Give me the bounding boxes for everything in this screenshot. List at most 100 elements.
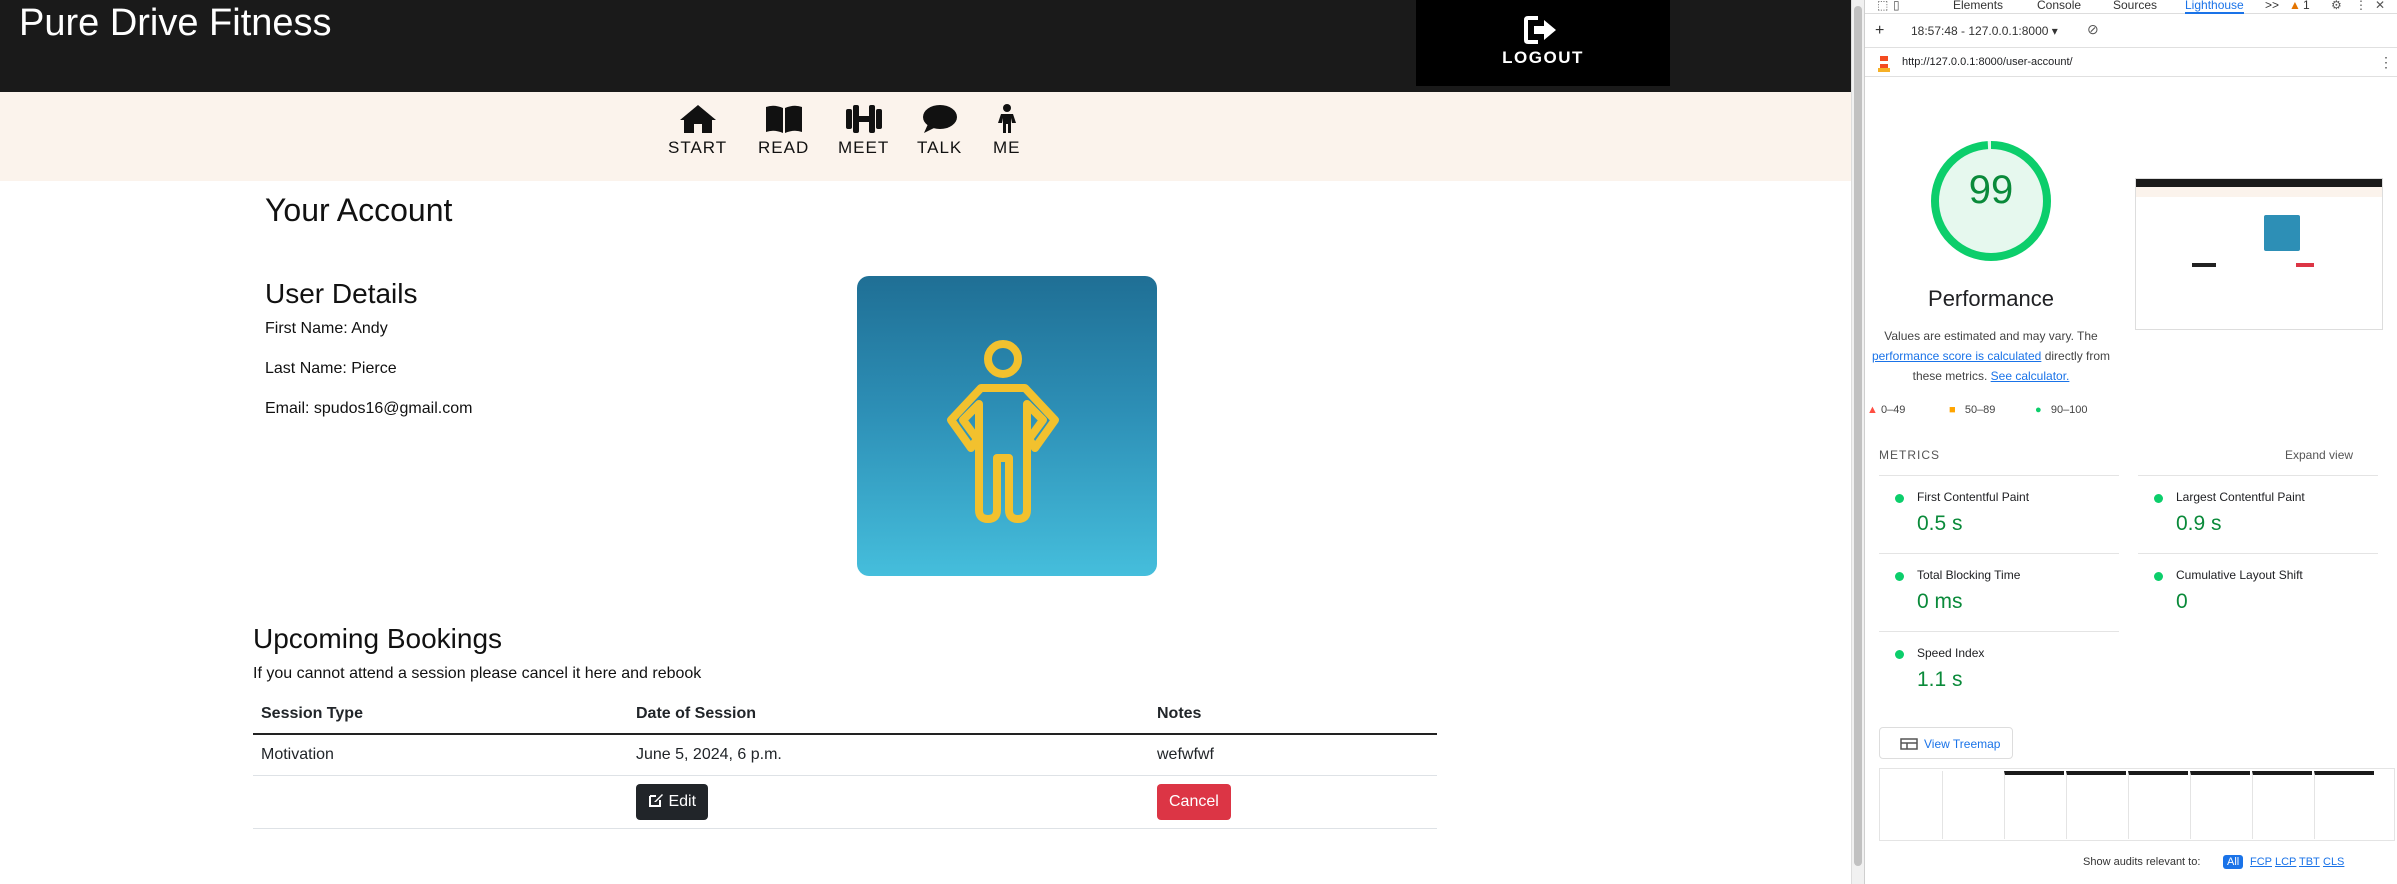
edit-label: Edit — [668, 792, 697, 810]
settings-icon[interactable]: ⚙ — [2331, 0, 2342, 12]
metric-fcp: First Contentful Paint 0.5 s — [1879, 475, 2119, 553]
bookings-note: If you cannot attend a session please ca… — [253, 665, 702, 682]
nav-item-meet[interactable]: MEET — [838, 104, 889, 158]
metric-name: Cumulative Layout Shift — [2176, 568, 2303, 582]
metric-value: 0.5 s — [1917, 512, 1963, 535]
score-calculated-link[interactable]: performance score is calculated — [1872, 349, 2041, 363]
user-details-heading: User Details — [265, 278, 418, 309]
tab-sources[interactable]: Sources — [2113, 0, 2157, 12]
pass-dot-icon — [1895, 650, 1904, 659]
film-frame — [2004, 771, 2064, 839]
category-title: Performance — [1928, 286, 2054, 311]
col-session-type: Session Type — [253, 694, 628, 735]
film-frame — [1880, 771, 1940, 839]
page-scrollbar-thumb[interactable] — [1854, 6, 1862, 866]
nav-label-talk: TALK — [917, 138, 963, 157]
devtools-scrollbar[interactable] — [2388, 78, 2396, 878]
brand-title[interactable]: Pure Drive Fitness — [19, 0, 332, 46]
chat-bubble-icon — [922, 105, 957, 133]
tab-console[interactable]: Console — [2037, 0, 2081, 12]
devtools-panel: ⬚ ▯ Elements Console Sources Lighthouse … — [1864, 0, 2397, 884]
main-nav: START READ MEET TALK ME — [0, 92, 1851, 181]
inspect-icon[interactable]: ⬚ — [1877, 0, 1888, 12]
plus-icon[interactable]: + — [1875, 22, 1884, 40]
logout-icon — [1524, 16, 1556, 44]
page-scrollbar[interactable] — [1851, 0, 1864, 884]
email-text: Email: spudos16@gmail.com — [265, 400, 473, 417]
tab-elements[interactable]: Elements — [1953, 0, 2003, 12]
nav-item-me[interactable]: ME — [993, 104, 1021, 158]
nav-item-talk[interactable]: TALK — [917, 104, 962, 158]
person-icon — [997, 104, 1016, 133]
metrics-header: METRICS — [1879, 448, 1940, 462]
clear-icon[interactable]: ⊘ — [2087, 21, 2099, 38]
nav-label-read: READ — [758, 138, 810, 157]
warning-icon[interactable]: ▲ — [2289, 0, 2301, 12]
close-icon[interactable]: ✕ — [2375, 0, 2385, 12]
logout-button[interactable]: LOGOUT — [1416, 0, 1670, 86]
metric-name: First Contentful Paint — [1917, 490, 2030, 504]
standing-person-icon — [947, 340, 1059, 523]
pass-dot-icon — [1895, 572, 1904, 581]
warning-count[interactable]: 1 — [2303, 0, 2310, 12]
table-header-row: Session Type Date of Session Notes — [253, 694, 1437, 735]
audit-chip-fcp[interactable]: FCP — [2250, 856, 2272, 868]
metric-si: Speed Index 1.1 s — [1879, 631, 2119, 709]
film-frame — [2190, 771, 2250, 839]
report-url: http://127.0.0.1:8000/user-account/ — [1902, 56, 2073, 68]
film-frame — [2252, 771, 2312, 839]
audit-chip-cls[interactable]: CLS — [2323, 856, 2344, 868]
view-treemap-button[interactable]: View Treemap — [1879, 727, 2013, 759]
kebab-menu-icon[interactable]: ⋮ — [2355, 0, 2367, 12]
see-calculator-link[interactable]: See calculator. — [1991, 369, 2070, 383]
audit-chip-tbt[interactable]: TBT — [2299, 856, 2320, 868]
cell-date: June 5, 2024, 6 p.m. — [628, 734, 1149, 776]
metric-name: Speed Index — [1917, 646, 1985, 660]
tab-lighthouse[interactable]: Lighthouse — [2185, 0, 2244, 14]
logout-label: LOGOUT — [1502, 48, 1584, 67]
audit-chip-all[interactable]: All — [2223, 855, 2244, 869]
audits-filter-row: Show audits relevant to: All FCP LCP TBT… — [1865, 854, 2397, 876]
expand-view-button[interactable]: Expand view — [2285, 448, 2353, 462]
cancel-booking-button[interactable]: Cancel — [1157, 783, 1231, 820]
device-toggle-icon[interactable]: ▯ — [1893, 0, 1900, 12]
filmstrip — [1879, 768, 2395, 841]
metric-tbt: Total Blocking Time 0 ms — [1879, 553, 2119, 631]
table-row-actions: Edit Cancel — [253, 775, 1437, 829]
desc-prefix: Values are estimated and may vary. The — [1884, 329, 2098, 343]
nav-label-start: START — [668, 138, 728, 157]
report-select-label: 18:57:48 - 127.0.0.1:8000 — [1911, 24, 2049, 38]
nav-label-me: ME — [993, 138, 1021, 157]
pass-dot-icon — [1895, 494, 1904, 503]
legend-fail-label: 0–49 — [1880, 404, 1906, 416]
metric-value: 0 — [2176, 590, 2188, 613]
nav-label-meet: MEET — [838, 138, 890, 157]
more-tabs-icon[interactable]: >> — [2265, 0, 2279, 12]
nav-item-start[interactable]: START — [668, 104, 727, 158]
pass-dot-icon — [2154, 572, 2163, 581]
nav-item-read[interactable]: READ — [758, 104, 809, 158]
col-date: Date of Session — [628, 694, 1149, 735]
audits-filter-label: Show audits relevant to: — [2083, 856, 2201, 868]
treemap-label: View Treemap — [1924, 737, 2001, 751]
lighthouse-toolbar: + 18:57:48 - 127.0.0.1:8000 ▾ ⊘ — [1865, 16, 2397, 48]
legend-pass: ● 90–100 — [2035, 404, 2088, 416]
first-name-text: First Name: Andy — [265, 320, 388, 337]
url-menu-icon[interactable]: ⋮ — [2379, 54, 2393, 71]
edit-icon — [649, 793, 663, 807]
profile-image — [857, 276, 1157, 576]
metric-value: 1.1 s — [1917, 668, 1963, 691]
edit-booking-button[interactable]: Edit — [636, 783, 709, 820]
film-frame — [2128, 771, 2188, 839]
report-select[interactable]: 18:57:48 - 127.0.0.1:8000 ▾ — [1911, 24, 2058, 38]
performance-score: 99 — [1968, 168, 2014, 212]
cell-notes: wefwfwf — [1149, 734, 1437, 776]
site-header: Pure Drive Fitness LOGOUT — [0, 0, 1851, 92]
film-frame — [1942, 771, 2002, 839]
metric-value: 0 ms — [1917, 590, 1963, 613]
audit-chip-lcp[interactable]: LCP — [2275, 856, 2296, 868]
final-screenshot-thumbnail[interactable] — [2135, 178, 2383, 330]
legend-average-label: 50–89 — [1964, 404, 1996, 416]
devtools-tab-bar: ⬚ ▯ Elements Console Sources Lighthouse … — [1865, 0, 2397, 14]
report-url-bar: http://127.0.0.1:8000/user-account/ ⋮ — [1865, 49, 2397, 77]
